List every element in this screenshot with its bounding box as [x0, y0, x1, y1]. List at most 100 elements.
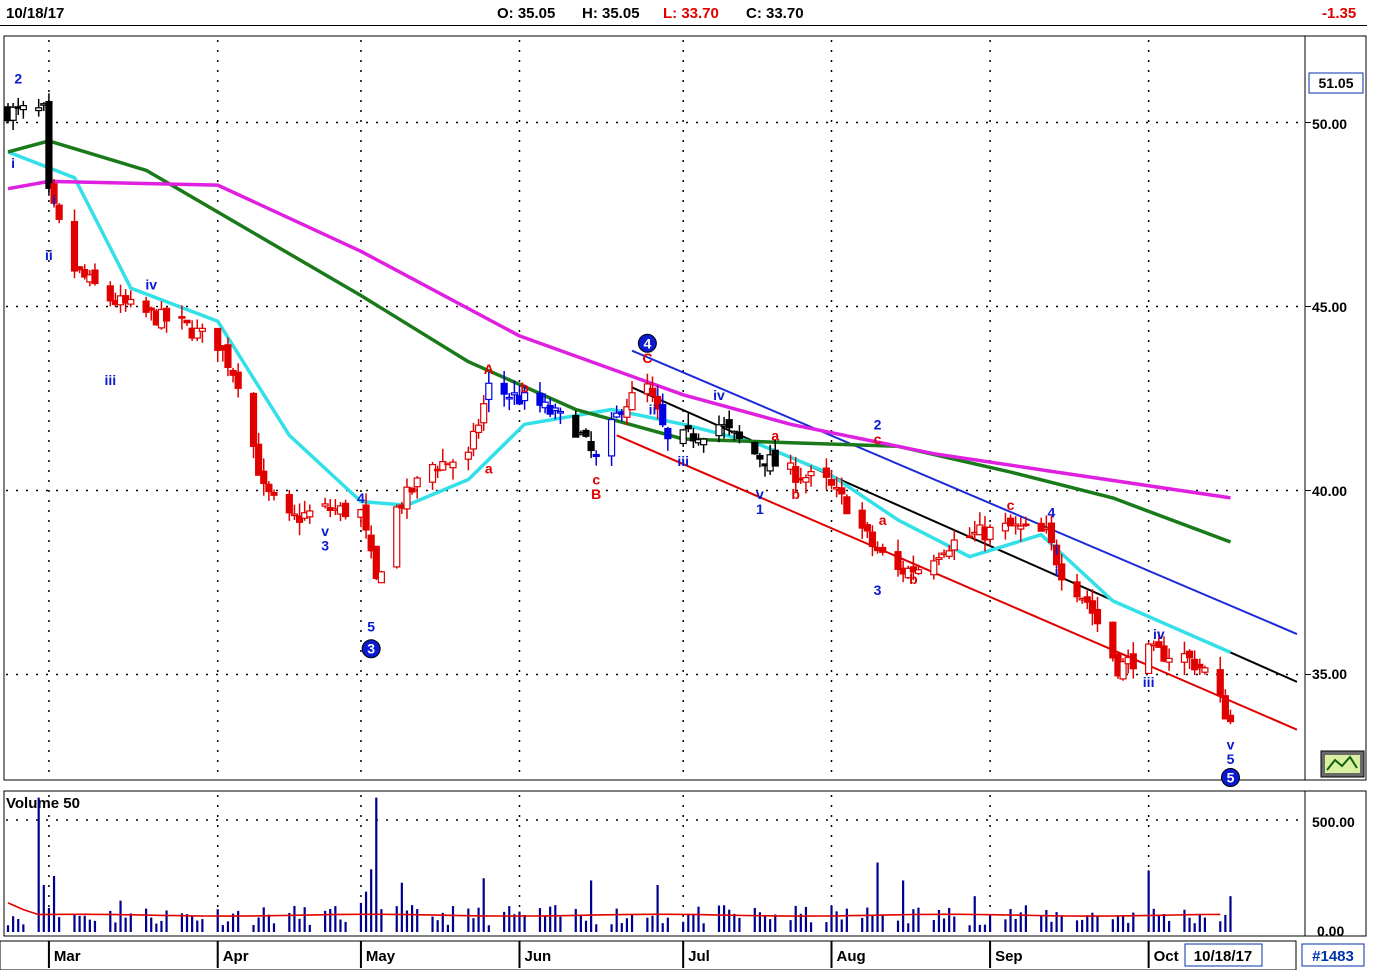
- price-bar: [966, 535, 974, 539]
- price-bar: [1226, 714, 1235, 723]
- wave-label: ii: [649, 402, 657, 418]
- price-bar: [1185, 650, 1194, 659]
- price-bar: [106, 285, 114, 302]
- wave-label: b: [791, 486, 800, 502]
- price-bar: [55, 204, 63, 220]
- wave-label: c: [874, 431, 882, 447]
- price-bar: [9, 106, 17, 121]
- wave-label: 2: [874, 416, 882, 432]
- price-bar: [587, 441, 595, 452]
- price-bar: [449, 461, 457, 469]
- wave-label: c: [1007, 497, 1015, 513]
- price-bar: [807, 470, 815, 477]
- price-bar: [1073, 581, 1081, 598]
- price-panel: [3, 35, 1367, 781]
- price-bar: [756, 454, 764, 460]
- price-bar: [879, 546, 887, 553]
- price-bar: [91, 269, 99, 285]
- price-bar: [260, 470, 268, 485]
- price-bar: [945, 550, 953, 557]
- wave-label: v: [756, 486, 764, 502]
- price-bar: [480, 403, 488, 424]
- price-bar: [1165, 657, 1173, 663]
- wave-label: B: [591, 486, 601, 502]
- chart-mode-icon[interactable]: [1320, 750, 1365, 778]
- price-bar: [285, 493, 293, 514]
- wave-label: v: [321, 523, 329, 539]
- price-bar: [393, 506, 401, 568]
- price-bar: [270, 492, 278, 496]
- price-bar: [321, 503, 329, 507]
- price-bar: [822, 467, 831, 478]
- wave-label: 5: [367, 619, 375, 635]
- price-bar: [843, 496, 851, 515]
- price-bar: [1093, 608, 1102, 625]
- wave-label: 4: [1048, 505, 1056, 521]
- price-bar: [1129, 653, 1137, 670]
- price-bar: [868, 531, 877, 548]
- wave-label: ii: [45, 247, 53, 263]
- price-bar: [162, 307, 171, 322]
- price-tick-label: 35.00: [1312, 666, 1347, 682]
- month-label: Apr: [223, 948, 249, 965]
- price-bar: [485, 382, 493, 401]
- wave-label: c: [592, 471, 600, 487]
- price-bar: [863, 524, 871, 532]
- wave-label: a: [485, 460, 493, 476]
- price-bar: [265, 483, 273, 493]
- stock-chart: 51.05 50.00 45.00 40.00 35.00 2iiiiiiiiv…: [0, 35, 1367, 970]
- price-bar: [1012, 523, 1020, 527]
- wave-label: 3: [321, 538, 329, 554]
- wave-label: i: [1055, 541, 1059, 557]
- price-bar: [198, 327, 206, 332]
- price-bar: [607, 418, 616, 457]
- price-bar: [377, 571, 385, 584]
- price-bar: [428, 463, 437, 483]
- price-bar: [469, 430, 478, 450]
- wave-label: iv: [713, 387, 725, 403]
- price-bar: [362, 504, 370, 531]
- wave-label: 1: [756, 501, 764, 517]
- price-bar: [950, 539, 958, 551]
- price-bar: [408, 487, 416, 493]
- price-bar: [224, 344, 232, 369]
- wave-label: i: [1055, 563, 1059, 579]
- price-bar: [505, 396, 513, 400]
- wave-label: i: [52, 192, 56, 208]
- wave-label: a: [771, 427, 779, 443]
- month-label: Mar: [54, 948, 81, 965]
- wave-label: A: [484, 361, 494, 377]
- wave-label: iii: [104, 372, 116, 388]
- price-bar: [474, 424, 483, 434]
- month-label: Oct: [1154, 948, 1179, 965]
- price-bar: [551, 407, 559, 412]
- price-bar: [290, 513, 299, 517]
- price-bar: [827, 479, 836, 486]
- price-bar: [894, 551, 902, 570]
- price-bar: [802, 476, 810, 483]
- price-bar: [582, 429, 590, 437]
- wave-label: C: [642, 350, 652, 366]
- volume-tick-label: 500.00: [1312, 814, 1355, 830]
- price-bar: [255, 443, 263, 476]
- month-label: Jul: [688, 948, 710, 965]
- price-bar: [249, 392, 258, 447]
- price-bar: [1022, 523, 1030, 527]
- price-bar: [679, 429, 687, 445]
- wave-label: 2: [14, 70, 22, 86]
- price-bar: [935, 557, 943, 561]
- month-label: Jun: [525, 948, 552, 965]
- price-bar: [500, 382, 508, 395]
- wave-label: iii: [677, 453, 689, 469]
- wave-label: iii: [1143, 674, 1155, 690]
- price-bar: [70, 221, 79, 272]
- price-bar: [986, 526, 994, 540]
- last-price-label: 51.05: [1318, 75, 1353, 91]
- wave-label: 5: [1227, 770, 1235, 786]
- month-label: Aug: [837, 948, 866, 965]
- price-bar: [725, 419, 733, 429]
- price-bar: [700, 438, 708, 446]
- bar-count: #1483: [1312, 948, 1354, 965]
- price-bar: [341, 502, 350, 518]
- price-bar: [413, 477, 421, 488]
